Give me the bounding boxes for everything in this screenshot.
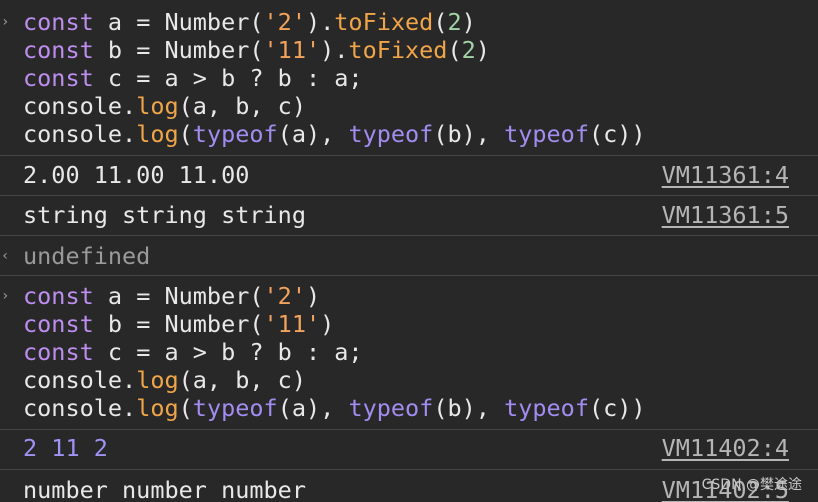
keyword: const <box>23 338 94 366</box>
divider <box>0 429 818 430</box>
divider <box>0 195 818 196</box>
code-line: console.log(typeof(a), typeof(b), typeof… <box>23 120 818 148</box>
code-text: (a), <box>277 394 349 422</box>
string-literal: '2' <box>263 282 306 310</box>
code-text: c = a > b ? b : a; <box>93 64 363 92</box>
output-text: 2.00 11.00 11.00 <box>23 161 250 189</box>
code-text: (b), <box>433 120 505 148</box>
code-text: (a), <box>277 120 349 148</box>
divider <box>0 469 818 470</box>
code-line: const b = Number('11').toFixed(2) <box>23 36 818 64</box>
output-text: 2 11 2 <box>23 434 108 462</box>
code-text: ) <box>305 282 321 310</box>
code-text: ( <box>433 8 448 36</box>
code-line: console.log(a, b, c) <box>23 92 818 120</box>
method-name: log <box>136 366 179 394</box>
return-value-row: undefined <box>0 241 818 271</box>
output-text: number number number <box>23 476 306 502</box>
source-link[interactable]: VM11402:4 <box>662 433 789 463</box>
code-text: console. <box>23 92 137 120</box>
code-line: console.log(a, b, c) <box>23 366 818 394</box>
divider <box>0 275 818 276</box>
console-output-row: 2 11 2 VM11402:4 <box>0 433 818 463</box>
number-literal: 2 <box>461 36 476 64</box>
code-line: const b = Number('11') <box>23 310 818 338</box>
code-text: ) <box>461 8 476 36</box>
code-text: ). <box>320 36 349 64</box>
method-name: log <box>136 92 179 120</box>
watermark: CSDN @樊途途 <box>701 477 802 493</box>
keyword: const <box>23 64 94 92</box>
keyword: const <box>23 310 94 338</box>
code-text: ( <box>447 36 462 64</box>
console-output-row: string string string VM11361:5 <box>0 200 818 230</box>
keyword: const <box>23 8 94 36</box>
keyword: const <box>23 36 94 64</box>
code-text: ( <box>178 120 193 148</box>
typeof-keyword: typeof <box>348 394 434 422</box>
code-text: (a, b, c) <box>178 92 306 120</box>
string-literal: '11' <box>263 36 321 64</box>
source-link[interactable]: VM11361:5 <box>662 200 789 230</box>
string-literal: '11' <box>263 310 321 338</box>
typeof-keyword: typeof <box>348 120 434 148</box>
code-text: (c)) <box>588 394 646 422</box>
code-line: const c = a > b ? b : a; <box>23 64 818 92</box>
code-line: const a = Number('2') <box>23 282 818 310</box>
divider <box>0 235 818 236</box>
code-text: console. <box>23 366 137 394</box>
code-text: (a, b, c) <box>178 366 306 394</box>
typeof-keyword: typeof <box>504 394 589 422</box>
code-text: a = Number( <box>93 282 264 310</box>
code-line: const a = Number('2').toFixed(2) <box>23 8 818 36</box>
return-value: undefined <box>23 242 151 270</box>
code-text: a = Number( <box>93 8 264 36</box>
string-literal: '2' <box>263 8 306 36</box>
method-name: log <box>136 394 179 422</box>
code-text: ( <box>178 394 193 422</box>
console-output-row: number number number VM11402:5 <box>0 475 818 502</box>
code-text: ) <box>475 36 490 64</box>
typeof-keyword: typeof <box>192 394 278 422</box>
method-name: toFixed <box>348 36 448 64</box>
code-text: (b), <box>433 394 505 422</box>
devtools-console: › const a = Number('2').toFixed(2) const… <box>0 0 818 502</box>
code-text: c = a > b ? b : a; <box>93 338 363 366</box>
typeof-keyword: typeof <box>192 120 278 148</box>
code-text: b = Number( <box>93 310 264 338</box>
source-link[interactable]: VM11361:4 <box>662 160 789 190</box>
code-text: ). <box>305 8 335 36</box>
divider <box>0 155 818 156</box>
code-text: ) <box>320 310 335 338</box>
keyword: const <box>23 282 94 310</box>
number-literal: 2 <box>447 8 462 36</box>
typeof-keyword: typeof <box>504 120 589 148</box>
method-name: toFixed <box>334 8 434 36</box>
code-input-block[interactable]: const a = Number('2') const b = Number('… <box>0 282 818 422</box>
code-text: console. <box>23 394 137 422</box>
method-name: log <box>136 120 179 148</box>
code-text: b = Number( <box>93 36 264 64</box>
code-line: const c = a > b ? b : a; <box>23 338 818 366</box>
console-output-row: 2.00 11.00 11.00 VM11361:4 <box>0 160 818 190</box>
code-text: (c)) <box>588 120 646 148</box>
code-text: console. <box>23 120 137 148</box>
code-line: console.log(typeof(a), typeof(b), typeof… <box>23 394 818 422</box>
code-input-block[interactable]: const a = Number('2').toFixed(2) const b… <box>0 8 818 148</box>
output-text: string string string <box>23 201 306 229</box>
